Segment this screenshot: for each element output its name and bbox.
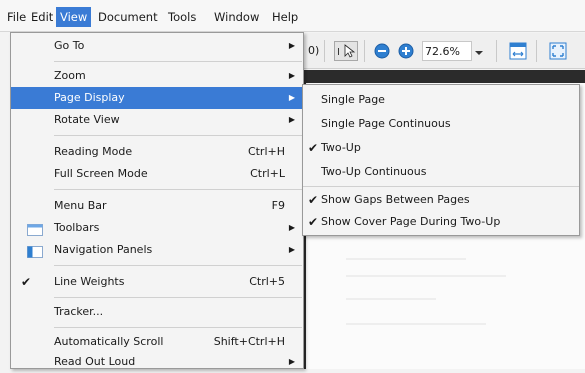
menu-item-full-screen-mode[interactable]: Full Screen Mode Ctrl+L bbox=[11, 163, 303, 185]
menu-item-rotate-view[interactable]: Rotate View ▶ bbox=[11, 109, 303, 131]
zoom-out-icon[interactable] bbox=[374, 43, 390, 59]
menu-item-shortcut: F9 bbox=[271, 199, 285, 212]
submenu-item-label: Two-Up Continuous bbox=[321, 165, 427, 178]
menu-item-label: Toolbars bbox=[54, 221, 100, 234]
submenu-arrow-icon: ▶ bbox=[288, 245, 295, 254]
menu-item-label: Reading Mode bbox=[54, 145, 133, 158]
checkmark-icon: ✔ bbox=[308, 141, 319, 155]
submenu-arrow-icon: ▶ bbox=[288, 115, 295, 124]
menu-item-toolbars[interactable]: Toolbars ▶ bbox=[11, 217, 303, 239]
menu-item-reading-mode[interactable]: Reading Mode Ctrl+H bbox=[11, 141, 303, 163]
navigation-panels-icon bbox=[27, 244, 43, 258]
menu-document[interactable]: Document bbox=[94, 7, 162, 27]
menu-item-label: Line Weights bbox=[54, 275, 125, 288]
menu-tools[interactable]: Tools bbox=[164, 7, 200, 27]
submenu-item-two-up-continuous[interactable]: Two-Up Continuous bbox=[303, 160, 579, 184]
toolbar: 0) I 72.6% bbox=[300, 33, 585, 69]
checkmark-icon: ✔ bbox=[21, 275, 32, 289]
menu-window[interactable]: Window bbox=[210, 7, 263, 27]
menu-item-navigation-panels[interactable]: Navigation Panels ▶ bbox=[11, 239, 303, 261]
menu-item-label: Page Display bbox=[54, 91, 125, 104]
checkmark-icon: ✔ bbox=[308, 215, 319, 229]
menu-bar: File Edit View Document Tools Window Hel… bbox=[0, 0, 585, 32]
menu-edit[interactable]: Edit bbox=[27, 7, 57, 27]
menu-item-shortcut: Ctrl+5 bbox=[249, 275, 285, 288]
menu-item-shortcut: Ctrl+H bbox=[247, 145, 285, 158]
menu-item-go-to[interactable]: Go To ▶ bbox=[11, 35, 303, 57]
menu-item-zoom[interactable]: Zoom ▶ bbox=[11, 65, 303, 87]
submenu-arrow-icon: ▶ bbox=[288, 93, 295, 102]
zoom-field[interactable]: 72.6% bbox=[422, 41, 472, 61]
select-tool-icon[interactable]: I bbox=[334, 41, 358, 61]
submenu-item-label: Single Page bbox=[321, 93, 385, 106]
menu-item-page-display[interactable]: Page Display ▶ bbox=[11, 87, 303, 109]
submenu-item-two-up[interactable]: ✔ Two-Up bbox=[303, 136, 579, 160]
checkmark-icon: ✔ bbox=[308, 193, 319, 207]
toolbar-separator bbox=[364, 40, 365, 62]
menu-item-menu-bar[interactable]: Menu Bar F9 bbox=[11, 195, 303, 217]
submenu-item-single-page-continuous[interactable]: Single Page Continuous bbox=[303, 112, 579, 136]
submenu-arrow-icon: ▶ bbox=[288, 223, 295, 232]
toolbar-partial-text: 0) bbox=[308, 44, 320, 57]
menu-item-shortcut: Shift+Ctrl+H bbox=[213, 335, 285, 348]
zoom-dropdown-icon[interactable] bbox=[475, 47, 483, 55]
menu-item-label: Tracker... bbox=[54, 305, 104, 318]
submenu-item-show-cover-page[interactable]: ✔ Show Cover Page During Two-Up bbox=[303, 210, 579, 234]
submenu-item-label: Show Gaps Between Pages bbox=[321, 193, 470, 206]
submenu-arrow-icon: ▶ bbox=[288, 71, 295, 80]
svg-text:I: I bbox=[337, 47, 340, 58]
menu-item-tracker[interactable]: Tracker... bbox=[11, 301, 303, 323]
full-screen-icon[interactable] bbox=[548, 41, 568, 61]
menu-divider bbox=[54, 189, 302, 190]
menu-item-label: Automatically Scroll bbox=[54, 335, 164, 348]
menu-item-label: Full Screen Mode bbox=[54, 167, 148, 180]
toolbar-separator bbox=[324, 40, 325, 62]
menu-divider bbox=[54, 135, 302, 136]
menu-divider bbox=[54, 265, 302, 266]
toolbar-separator bbox=[496, 40, 497, 62]
submenu-item-show-gaps[interactable]: ✔ Show Gaps Between Pages bbox=[303, 188, 579, 212]
submenu-item-label: Two-Up bbox=[321, 141, 361, 154]
menu-divider bbox=[54, 297, 302, 298]
zoom-in-icon[interactable] bbox=[398, 43, 414, 59]
toolbars-icon bbox=[27, 222, 43, 236]
view-menu: Go To ▶ Zoom ▶ Page Display ▶ Rotate Vie… bbox=[10, 32, 304, 369]
menu-divider bbox=[303, 186, 579, 187]
menu-item-label: Menu Bar bbox=[54, 199, 107, 212]
zoom-value: 72.6% bbox=[425, 45, 460, 58]
menu-divider bbox=[54, 327, 302, 328]
menu-item-automatically-scroll[interactable]: Automatically Scroll Shift+Ctrl+H bbox=[11, 331, 303, 353]
menu-item-line-weights[interactable]: ✔ Line Weights Ctrl+5 bbox=[11, 271, 303, 293]
menu-item-label: Go To bbox=[54, 39, 85, 52]
menu-item-read-out-loud[interactable]: Read Out Loud ▶ bbox=[11, 351, 303, 373]
submenu-item-label: Show Cover Page During Two-Up bbox=[321, 215, 501, 228]
menu-item-label: Read Out Loud bbox=[54, 355, 136, 368]
menu-divider bbox=[54, 61, 302, 62]
toolbar-separator bbox=[536, 40, 537, 62]
page-display-submenu: Single Page Single Page Continuous ✔ Two… bbox=[302, 84, 580, 236]
menu-item-label: Zoom bbox=[54, 69, 86, 82]
submenu-item-single-page[interactable]: Single Page bbox=[303, 88, 579, 112]
menu-item-label: Navigation Panels bbox=[54, 243, 153, 256]
menu-item-label: Rotate View bbox=[54, 113, 120, 126]
menu-view[interactable]: View bbox=[56, 7, 92, 27]
submenu-item-label: Single Page Continuous bbox=[321, 117, 451, 130]
submenu-arrow-icon: ▶ bbox=[288, 41, 295, 50]
submenu-arrow-icon: ▶ bbox=[288, 357, 295, 366]
fit-width-icon[interactable] bbox=[508, 41, 528, 61]
menu-item-shortcut: Ctrl+L bbox=[250, 167, 285, 180]
menu-help[interactable]: Help bbox=[268, 7, 302, 27]
